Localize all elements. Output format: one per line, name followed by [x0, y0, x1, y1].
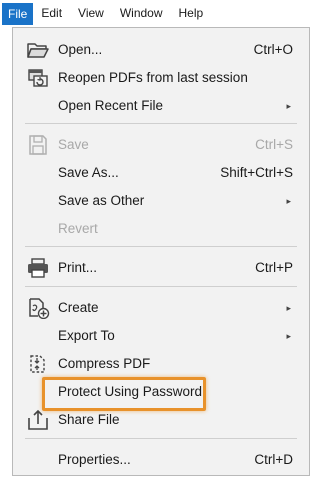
shortcut-text: Shift+Ctrl+S [220, 165, 293, 180]
menu-file[interactable]: File [2, 2, 34, 25]
menu-item-label: Print... [58, 260, 98, 275]
menu-item-label: Save [58, 137, 89, 152]
compress-icon [26, 353, 50, 375]
menu-item-label: Create [58, 300, 99, 315]
menu-item-label: Reopen PDFs from last session [58, 70, 248, 85]
menu-item-print[interactable]: Print... Ctrl+P [13, 254, 309, 282]
menu-item-label: Revert [58, 221, 98, 236]
separator [25, 286, 297, 287]
shortcut-text: Ctrl+S [255, 137, 293, 152]
menu-edit[interactable]: Edit [33, 0, 70, 27]
create-pdf-icon [26, 297, 50, 319]
menu-item-save-as-other[interactable]: Save as Other ▸ [13, 187, 309, 215]
menu-item-open-recent[interactable]: Open Recent File ▸ [13, 92, 309, 120]
share-icon [26, 409, 50, 431]
menu-view[interactable]: View [70, 0, 112, 27]
save-icon [26, 134, 50, 156]
shortcut-text: Ctrl+P [255, 260, 293, 275]
menu-item-properties[interactable]: Properties... Ctrl+D [13, 446, 309, 474]
menu-item-export-to[interactable]: Export To ▸ [13, 322, 309, 350]
menu-bar: File Edit View Window Help [0, 0, 313, 27]
menu-item-create[interactable]: Create ▸ [13, 294, 309, 322]
submenu-arrow-icon: ▸ [286, 101, 291, 111]
menu-item-label: Compress PDF [58, 356, 151, 371]
separator [25, 438, 297, 439]
submenu-arrow-icon: ▸ [286, 303, 291, 313]
printer-icon [26, 257, 50, 279]
shortcut-text: Ctrl+D [254, 452, 293, 467]
shortcut-text: Ctrl+O [253, 42, 293, 57]
menu-item-save-as[interactable]: Save As... Shift+Ctrl+S [13, 159, 309, 187]
menu-item-reopen[interactable]: Reopen PDFs from last session [13, 64, 309, 92]
menu-item-label: Export To [58, 328, 115, 343]
folder-open-icon [26, 39, 50, 61]
menu-item-label: Save As... [58, 165, 119, 180]
separator [25, 246, 297, 247]
submenu-arrow-icon: ▸ [286, 331, 291, 341]
menu-item-open[interactable]: Open... Ctrl+O [13, 36, 309, 64]
submenu-arrow-icon: ▸ [286, 196, 291, 206]
menu-window[interactable]: Window [112, 0, 171, 27]
menu-item-compress-pdf[interactable]: Compress PDF [13, 350, 309, 378]
menu-item-label: Properties... [58, 452, 131, 467]
separator [25, 123, 297, 124]
file-menu-dropdown: Open... Ctrl+O Reopen PDFs from last ses… [12, 27, 310, 476]
menu-item-label: Open... [58, 42, 103, 57]
menu-item-save: Save Ctrl+S [13, 131, 309, 159]
menu-help[interactable]: Help [171, 0, 212, 27]
reopen-icon [26, 67, 50, 89]
menu-item-label: Open Recent File [58, 98, 164, 113]
menu-item-revert: Revert [13, 215, 309, 243]
highlight-box [42, 377, 206, 411]
menu-item-label: Save as Other [58, 193, 145, 208]
